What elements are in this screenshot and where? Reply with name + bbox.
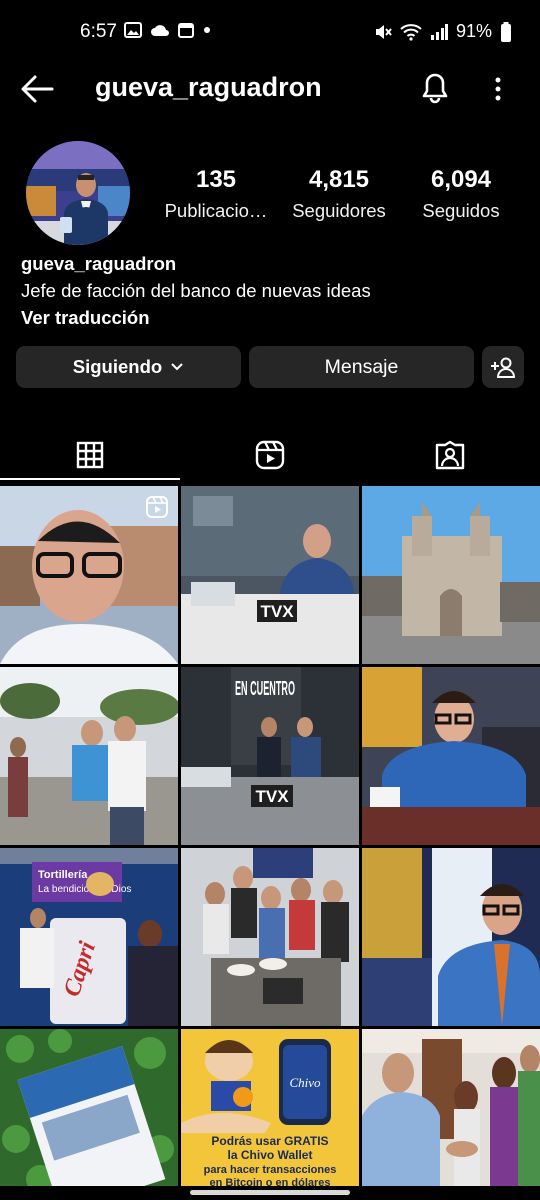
- profile-avatar[interactable]: [26, 141, 130, 245]
- following-count: 6,094: [430, 166, 492, 193]
- profile-username-title: gueva_raguadron: [95, 72, 322, 102]
- reels-icon: [255, 440, 285, 469]
- tagged-icon: [435, 440, 465, 469]
- tvx-logo-text: TVX: [255, 787, 289, 806]
- post-thumbnail[interactable]: [0, 1029, 178, 1186]
- post-thumbnail[interactable]: TVX: [181, 486, 359, 664]
- tvx-logo-text: TVX: [260, 602, 294, 621]
- post-thumbnail[interactable]: EN CUENTRO TVX: [181, 667, 359, 845]
- bio-name: gueva_raguadron: [21, 253, 177, 274]
- chivo-caption-line3: para hacer transacciones: [204, 1164, 337, 1176]
- post-thumbnail[interactable]: Chivo Podrás usar GRATIS la Chivo Wallet…: [181, 1029, 359, 1186]
- profile-bio: gueva_raguadron Jefe de facción del banc…: [21, 250, 371, 331]
- tab-posts-grid[interactable]: [0, 427, 180, 482]
- bio-text: Jefe de facción del banco de nuevas idea…: [21, 280, 371, 301]
- encuentro-sign-text: EN CUENTRO: [235, 678, 295, 700]
- suggested-people-button[interactable]: [482, 346, 524, 388]
- stat-following[interactable]: 6,094 Seguidos: [406, 164, 516, 226]
- stand-sign-line2: La bendición de Dios: [38, 884, 131, 895]
- selected-tab-indicator: [0, 478, 180, 480]
- cloud-icon: [151, 25, 169, 36]
- notifications-bell-icon[interactable]: [420, 72, 450, 104]
- dot-icon: [204, 27, 210, 33]
- grid-icon: [76, 441, 104, 468]
- tab-tagged[interactable]: [360, 427, 540, 482]
- battery-percent: 91%: [455, 21, 492, 41]
- signal-icon: [430, 23, 448, 40]
- message-button[interactable]: Mensaje: [249, 346, 474, 388]
- profile-app-bar: gueva_raguadron: [0, 64, 540, 114]
- battery-icon: [501, 21, 511, 42]
- back-arrow-icon[interactable]: [20, 74, 54, 104]
- stand-sign-line1: Tortillería: [38, 869, 88, 881]
- following-button-label: Siguiendo: [72, 356, 163, 377]
- chivo-caption-line4: en Bitcoin o en dólares: [209, 1177, 330, 1186]
- add-person-icon: [491, 357, 516, 378]
- post-thumbnail[interactable]: [0, 486, 178, 664]
- post-thumbnail[interactable]: [362, 848, 540, 1026]
- status-bar: 6:57 91%: [0, 0, 540, 64]
- tab-reels[interactable]: [180, 427, 360, 482]
- reel-indicator-icon: [146, 496, 168, 518]
- chivo-caption-line2: la Chivo Wallet: [228, 1148, 313, 1162]
- home-gesture-handle[interactable]: [190, 1190, 350, 1195]
- post-thumbnail[interactable]: [362, 667, 540, 845]
- see-translation-link[interactable]: Ver traducción: [21, 304, 371, 331]
- post-thumbnail[interactable]: [362, 486, 540, 664]
- post-thumbnail[interactable]: [362, 1029, 540, 1186]
- post-thumbnail[interactable]: [181, 848, 359, 1026]
- more-options-icon[interactable]: [488, 74, 508, 104]
- following-button[interactable]: Siguiendo: [16, 346, 241, 388]
- post-thumbnail[interactable]: [0, 667, 178, 845]
- post-thumbnail[interactable]: Tortillería La bendición de Dios Capri: [0, 848, 178, 1026]
- wifi-icon: [400, 23, 422, 41]
- posts-label: Publicacio…: [164, 200, 268, 221]
- chivo-caption-line1: Podrás usar GRATIS: [211, 1134, 328, 1148]
- stat-followers[interactable]: 4,815 Seguidores: [283, 164, 395, 226]
- message-button-label: Mensaje: [324, 355, 399, 378]
- calendar-icon: [178, 23, 194, 38]
- stat-posts[interactable]: 135 Publicacio…: [160, 164, 272, 226]
- gallery-icon: [124, 22, 142, 38]
- mute-icon: [375, 24, 392, 39]
- status-time: 6:57: [80, 21, 117, 42]
- profile-tabs: [0, 427, 540, 482]
- posts-count: 135: [195, 166, 237, 193]
- chevron-down-icon: [171, 363, 183, 371]
- chivo-wallet-text: Chivo: [289, 1075, 321, 1090]
- gesture-navigation-bar: [0, 1186, 540, 1200]
- followers-count: 4,815: [308, 166, 370, 193]
- followers-label: Seguidores: [292, 200, 386, 221]
- following-label: Seguidos: [422, 200, 500, 221]
